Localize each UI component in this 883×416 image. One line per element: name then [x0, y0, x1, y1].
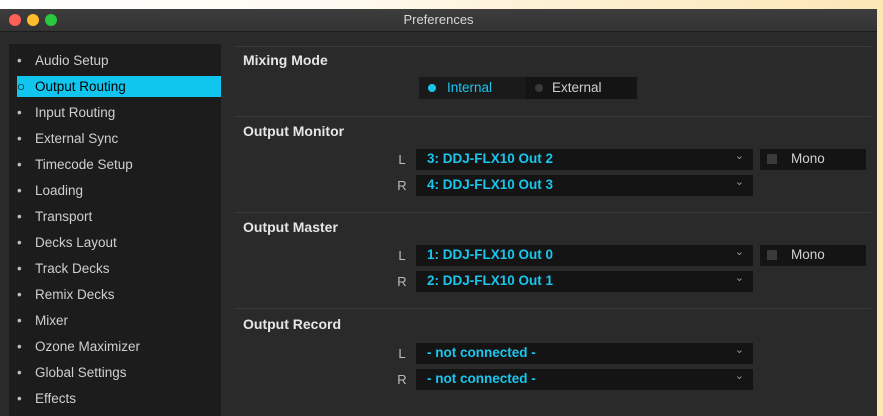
sidebar-item-mixer[interactable]: • Mixer — [17, 310, 221, 331]
bullet-icon: • — [17, 287, 22, 302]
bullet-icon: • — [17, 261, 22, 276]
bullet-icon: • — [17, 391, 22, 406]
select-value: - not connected - — [427, 345, 536, 360]
sidebar-item-label: Timecode Setup — [35, 157, 133, 172]
output-master-left-select[interactable]: 1: DDJ-FLX10 Out 0 ⌄ — [416, 245, 753, 266]
divider — [235, 308, 871, 309]
sidebar-item-audio-setup[interactable]: • Audio Setup — [17, 50, 221, 71]
channel-label-l: L — [398, 248, 406, 263]
radio-selected-icon — [428, 84, 436, 92]
chevron-down-icon: ⌄ — [734, 246, 744, 258]
bullet-icon: • — [17, 53, 22, 68]
sidebar-item-label: Effects — [35, 391, 77, 406]
internal-label: Internal — [447, 80, 493, 95]
window-title: Preferences — [403, 12, 474, 27]
divider — [235, 212, 871, 213]
bullet-icon: • — [17, 235, 22, 250]
checkbox-icon — [767, 154, 777, 164]
bullet-icon: • — [17, 105, 22, 120]
channel-label-r: R — [397, 372, 407, 387]
output-master-mono-toggle[interactable]: Mono — [760, 245, 866, 266]
section-title-output-monitor: Output Monitor — [243, 123, 345, 139]
output-monitor-right-select[interactable]: 4: DDJ-FLX10 Out 3 ⌄ — [416, 175, 753, 196]
sidebar-item-label: External Sync — [35, 131, 119, 146]
sidebar-item-label: Output Routing — [35, 79, 126, 94]
section-title-output-master: Output Master — [243, 219, 338, 235]
select-value: 2: DDJ-FLX10 Out 1 — [427, 273, 554, 288]
sidebar-item-input-routing[interactable]: • Input Routing — [17, 102, 221, 123]
checkbox-icon — [767, 250, 777, 260]
bullet-icon: • — [17, 365, 22, 380]
output-record-right-select[interactable]: - not connected - ⌄ — [416, 369, 753, 390]
select-value: - not connected - — [427, 371, 536, 386]
channel-label-l: L — [398, 152, 406, 167]
sidebar-item-loading[interactable]: • Loading — [17, 180, 221, 201]
bullet-icon: • — [17, 313, 22, 328]
sidebar-item-label: Ozone Maximizer — [35, 339, 141, 354]
sidebar-item-label: Global Settings — [35, 365, 127, 380]
mono-label: Mono — [791, 151, 825, 166]
section-title-mixing-mode: Mixing Mode — [243, 52, 328, 68]
channel-label-l: L — [398, 346, 406, 361]
sidebar-item-decks-layout[interactable]: • Decks Layout — [17, 232, 221, 253]
sidebar-item-label: Track Decks — [35, 261, 110, 276]
mixing-mode-toggle: Internal External — [419, 77, 637, 99]
sidebar-item-remix-decks[interactable]: • Remix Decks — [17, 284, 221, 305]
bullet-icon: • — [17, 209, 22, 224]
sidebar-item-label: Transport — [35, 209, 93, 224]
sidebar-item-track-decks[interactable]: • Track Decks — [17, 258, 221, 279]
sidebar-item-label: Mixer — [35, 313, 68, 328]
bullet-icon: • — [17, 157, 22, 172]
sidebar-item-label: Decks Layout — [35, 235, 117, 250]
output-monitor-left-select[interactable]: 3: DDJ-FLX10 Out 2 ⌄ — [416, 149, 753, 170]
chevron-down-icon: ⌄ — [734, 344, 744, 356]
sidebar-item-ozone-maximizer[interactable]: • Ozone Maximizer — [17, 336, 221, 357]
section-title-output-record: Output Record — [243, 316, 341, 332]
external-label: External — [552, 80, 602, 95]
select-value: 3: DDJ-FLX10 Out 2 — [427, 151, 554, 166]
bullet-icon: • — [17, 131, 22, 146]
title-bar[interactable]: Preferences — [0, 9, 877, 32]
mixing-mode-internal-button[interactable]: Internal — [419, 77, 526, 99]
bullet-icon: • — [17, 183, 22, 198]
sidebar-item-transport[interactable]: • Transport — [17, 206, 221, 227]
bullet-icon: • — [17, 339, 22, 354]
output-record-left-select[interactable]: - not connected - ⌄ — [416, 343, 753, 364]
bullet-icon: ○ — [17, 79, 26, 94]
chevron-down-icon: ⌄ — [734, 272, 744, 284]
divider — [235, 116, 871, 117]
sidebar-item-label: Audio Setup — [35, 53, 109, 68]
channel-label-r: R — [397, 274, 407, 289]
output-master-right-select[interactable]: 2: DDJ-FLX10 Out 1 ⌄ — [416, 271, 753, 292]
select-value: 1: DDJ-FLX10 Out 0 — [427, 247, 554, 262]
chevron-down-icon: ⌄ — [734, 370, 744, 382]
channel-label-r: R — [397, 178, 407, 193]
sidebar-item-label: Loading — [35, 183, 84, 198]
output-monitor-mono-toggle[interactable]: Mono — [760, 149, 866, 170]
sidebar-item-output-routing[interactable]: ○ Output Routing — [17, 76, 221, 97]
preferences-window: Preferences • Audio Setup ○ Output Routing… — [0, 9, 877, 416]
divider — [235, 46, 871, 47]
sidebar-item-effects[interactable]: • Effects — [17, 388, 221, 409]
sidebar-item-timecode-setup[interactable]: • Timecode Setup — [17, 154, 221, 175]
chevron-down-icon: ⌄ — [734, 176, 744, 188]
chevron-down-icon: ⌄ — [734, 150, 744, 162]
sidebar: • Audio Setup ○ Output Routing • Input Rout… — [9, 44, 221, 416]
sidebar-item-label: Input Routing — [35, 105, 116, 120]
sidebar-item-global-settings[interactable]: • Global Settings — [17, 362, 221, 383]
sidebar-item-label: Remix Decks — [35, 287, 115, 302]
radio-unselected-icon — [535, 84, 543, 92]
mixing-mode-external-button[interactable]: External — [527, 77, 637, 99]
sidebar-item-external-sync[interactable]: • External Sync — [17, 128, 221, 149]
select-value: 4: DDJ-FLX10 Out 3 — [427, 177, 554, 192]
mono-label: Mono — [791, 247, 825, 262]
